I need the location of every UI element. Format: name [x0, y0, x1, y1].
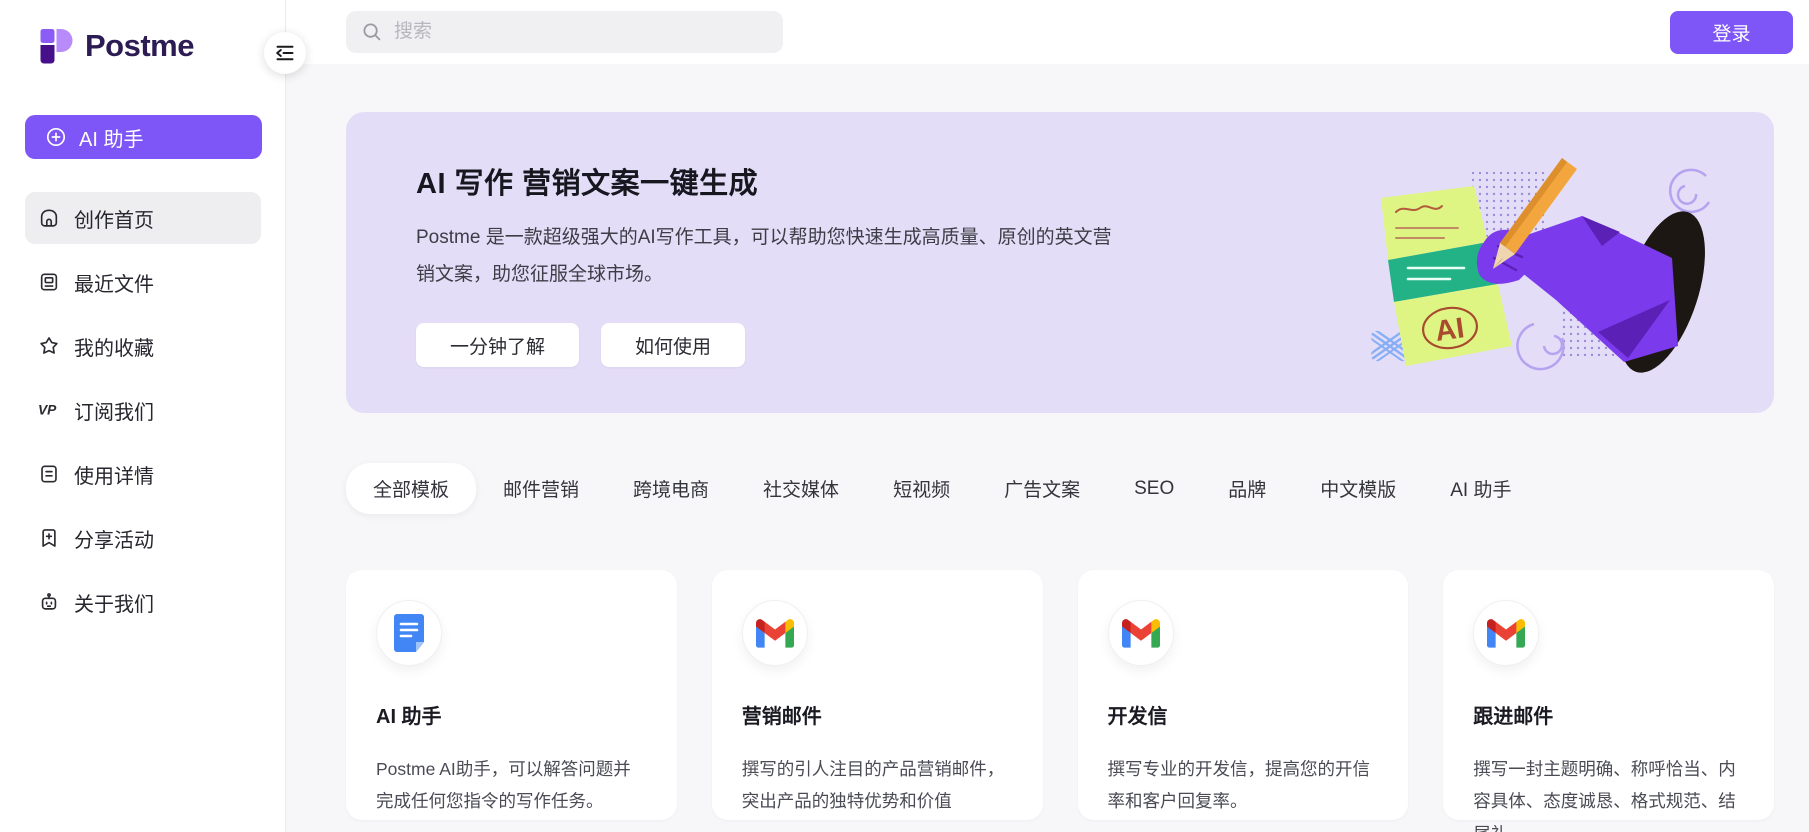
search-input[interactable]	[394, 21, 754, 43]
content-area: AI 写作 营销文案一键生成 Postme 是一款超级强大的AI写作工具，可以帮…	[286, 64, 1809, 832]
tab-ad-copy[interactable]: 广告文案	[977, 463, 1107, 514]
gmail-icon	[1108, 600, 1174, 666]
sidebar-item-label: 创作首页	[74, 204, 154, 233]
how-to-use-button[interactable]: 如何使用	[601, 323, 745, 367]
sidebar-item-label: 订阅我们	[74, 396, 154, 425]
sidebar-item-label: 使用详情	[74, 460, 154, 489]
template-card-grid: AI 助手 Postme AI助手，可以解答问题并完成任何您指令的写作任务。	[346, 570, 1774, 820]
home-icon	[38, 207, 60, 229]
tab-all-templates[interactable]: 全部模板	[346, 463, 476, 514]
favorites-star-icon	[38, 335, 60, 357]
card-description: 撰写一封主题明确、称呼恰当、内容具体、态度诚恳、格式规范、结尾礼...	[1473, 753, 1744, 832]
tab-chinese-templates[interactable]: 中文模版	[1293, 463, 1423, 514]
search-icon	[362, 22, 382, 42]
sidebar-item-share-activity[interactable]: 分享活动	[25, 512, 261, 564]
hand-writing-ai-illustration: AI	[1366, 150, 1726, 385]
about-robot-icon	[38, 591, 60, 613]
card-description: Postme AI助手，可以解答问题并完成任何您指令的写作任务。	[376, 753, 647, 818]
card-description: 撰写专业的开发信，提高您的开信率和客户回复率。	[1108, 753, 1379, 818]
hero-illustration: AI	[1366, 150, 1726, 390]
sidebar: Postme AI 助手 创作首页	[0, 0, 286, 832]
sidebar-item-recent-files[interactable]: 最近文件	[25, 256, 261, 308]
tab-social-media[interactable]: 社交媒体	[736, 463, 866, 514]
sidebar-item-label: 最近文件	[74, 268, 154, 297]
sidebar-item-label: 关于我们	[74, 588, 154, 617]
tab-seo[interactable]: SEO	[1107, 466, 1201, 512]
sidebar-item-about-us[interactable]: 关于我们	[25, 576, 261, 628]
postme-logo-icon	[38, 26, 76, 66]
card-description: 撰写的引人注目的产品营销邮件，突出产品的独特优势和价值	[742, 753, 1013, 818]
sidebar-item-home[interactable]: 创作首页	[25, 192, 261, 244]
template-card-follow-up-email[interactable]: 跟进邮件 撰写一封主题明确、称呼恰当、内容具体、态度诚恳、格式规范、结尾礼...	[1443, 570, 1774, 820]
sidebar-item-label: 我的收藏	[74, 332, 154, 361]
share-activity-icon	[38, 527, 60, 549]
tab-cross-border-ecommerce[interactable]: 跨境电商	[606, 463, 736, 514]
sidebar-item-usage-details[interactable]: 使用详情	[25, 448, 261, 500]
sidebar-item-favorites[interactable]: 我的收藏	[25, 320, 261, 372]
main-area: 登录 AI 写作 营销文案一键生成 Postme 是一款超级强大的AI写作工具，…	[286, 0, 1809, 832]
hero-description: Postme 是一款超级强大的AI写作工具，可以帮助您快速生成高质量、原创的英文…	[416, 219, 1116, 293]
tab-short-video[interactable]: 短视频	[866, 463, 977, 514]
template-card-marketing-email[interactable]: 营销邮件 撰写的引人注目的产品营销邮件，突出产品的独特优势和价值	[712, 570, 1043, 820]
svg-text:AI: AI	[1433, 312, 1466, 348]
circle-plus-icon	[45, 126, 67, 148]
card-title: 开发信	[1108, 700, 1379, 729]
template-card-ai-assistant[interactable]: AI 助手 Postme AI助手，可以解答问题并完成任何您指令的写作任务。	[346, 570, 677, 820]
top-bar: 登录	[286, 0, 1809, 64]
template-card-cold-email[interactable]: 开发信 撰写专业的开发信，提高您的开信率和客户回复率。	[1078, 570, 1409, 820]
ai-assistant-button[interactable]: AI 助手	[25, 115, 262, 159]
gmail-icon	[1473, 600, 1539, 666]
brand-name: Postme	[85, 28, 194, 64]
collapse-sidebar-button[interactable]	[264, 32, 306, 74]
one-minute-intro-button[interactable]: 一分钟了解	[416, 323, 579, 367]
gmail-icon	[742, 600, 808, 666]
tab-email-marketing[interactable]: 邮件营销	[476, 463, 606, 514]
vip-subscribe-icon: VP	[38, 399, 60, 421]
recent-files-icon	[38, 271, 60, 293]
app-window: Postme AI 助手 创作首页	[0, 0, 1809, 832]
card-title: 跟进邮件	[1473, 700, 1744, 729]
template-category-tabs: 全部模板 邮件营销 跨境电商 社交媒体 短视频 广告文案 SEO 品牌 中文模版…	[346, 463, 1774, 514]
sidebar-nav: 创作首页 最近文件 我的收藏	[25, 192, 261, 628]
brand-logo[interactable]: Postme	[0, 0, 285, 66]
sidebar-item-label: 分享活动	[74, 524, 154, 553]
usage-details-icon	[38, 463, 60, 485]
card-title: AI 助手	[376, 700, 647, 729]
search-bar[interactable]	[346, 11, 783, 53]
hero-banner: AI 写作 营销文案一键生成 Postme 是一款超级强大的AI写作工具，可以帮…	[346, 112, 1774, 413]
tab-brand[interactable]: 品牌	[1201, 463, 1293, 514]
login-button[interactable]: 登录	[1670, 11, 1793, 54]
tab-ai-assistant[interactable]: AI 助手	[1423, 463, 1538, 514]
ai-assistant-button-label: AI 助手	[79, 123, 143, 152]
sidebar-item-subscribe[interactable]: VP 订阅我们	[25, 384, 261, 436]
svg-text:VP: VP	[38, 403, 57, 418]
google-docs-icon	[376, 600, 442, 666]
collapse-sidebar-icon	[274, 42, 296, 64]
card-title: 营销邮件	[742, 700, 1013, 729]
